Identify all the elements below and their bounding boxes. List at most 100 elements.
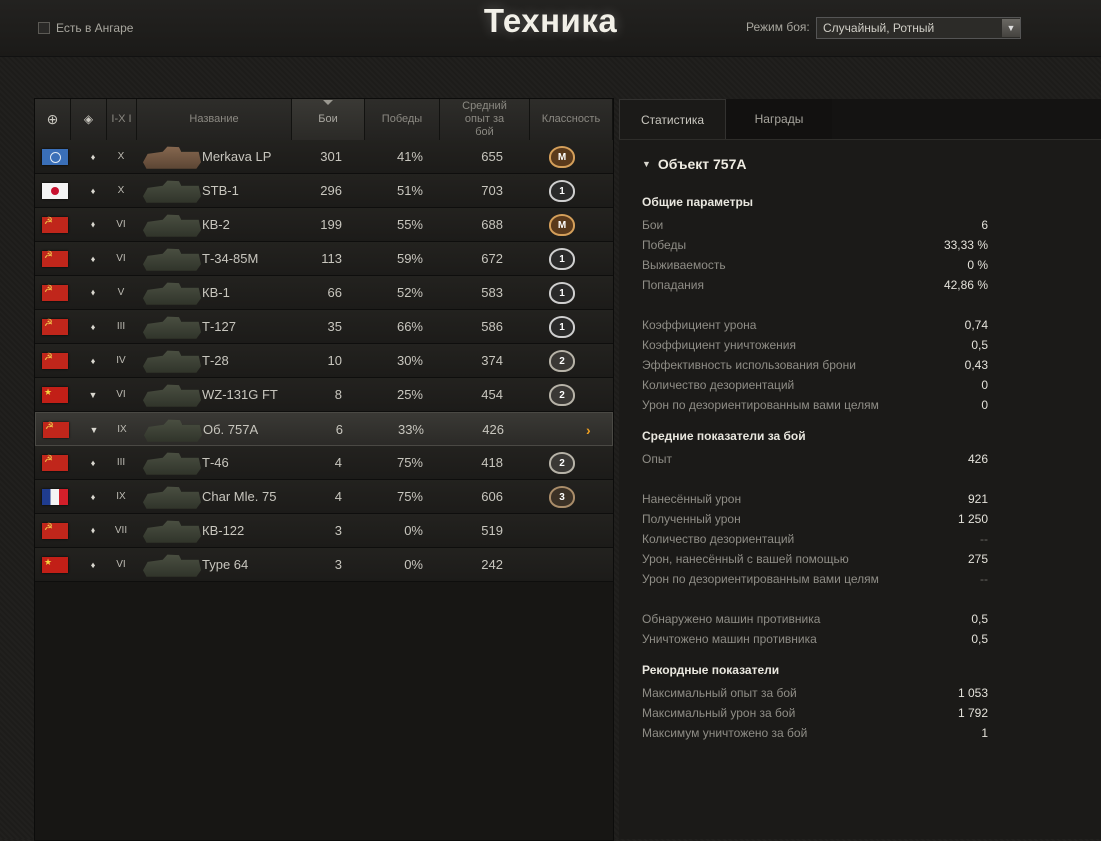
flag-japan-icon — [42, 183, 68, 199]
stat-row: Количество дезориентаций 0 — [642, 375, 988, 395]
stats-group-title: Средние показатели за бой — [642, 429, 806, 443]
table-row[interactable]: ▼IXОб. 757А633%426› — [35, 412, 613, 446]
mastery-badge-icon: 1 — [549, 180, 575, 202]
vehicle-win-rate: 30% — [396, 353, 423, 368]
stat-value: 0,74 — [964, 318, 988, 332]
vehicle-battles: 3 — [334, 523, 342, 538]
tank-image — [143, 316, 201, 339]
tab-statistics-label: Статистика — [640, 112, 705, 127]
stat-label: Максимальный опыт за бой — [642, 686, 797, 700]
sort-battles-header[interactable]: Бои — [292, 99, 365, 140]
stat-row: Коэффициент уничтожения 0,5 — [642, 335, 988, 355]
avg-xp-header-label: Средний опыт за бой — [462, 100, 507, 138]
stats-tabs: Статистика Награды — [619, 99, 1101, 140]
vehicle-section-title[interactable]: ▼ Объект 757А — [642, 156, 747, 172]
stat-row: Уничтожено машин противника 0,5 — [642, 629, 988, 649]
stat-value: -- — [980, 572, 988, 586]
stat-label: Выживаемость — [642, 258, 726, 272]
flag-ussr-icon — [42, 284, 68, 301]
top-bar: Есть в Ангаре Техника Режим боя: Случайн… — [0, 0, 1101, 57]
vehicle-tier: IV — [116, 355, 126, 366]
stat-value: 1 053 — [957, 686, 988, 700]
stat-value: 1 — [981, 726, 988, 740]
sort-wins-header[interactable]: Победы — [365, 99, 440, 140]
table-row[interactable]: ♦VIType 6430%242 — [35, 548, 613, 582]
stat-label: Количество дезориентаций — [642, 378, 795, 392]
stat-label: Коэффициент урона — [642, 318, 757, 332]
vehicle-avg-xp: 418 — [481, 455, 503, 470]
tank-image — [143, 384, 201, 407]
table-row[interactable]: ♦VIТ-34-85М11359%6721 — [35, 242, 613, 276]
stat-label: Бои — [642, 218, 664, 232]
table-row[interactable]: ⬧VIIКВ-12230%519 — [35, 514, 613, 548]
vehicle-avg-xp: 586 — [481, 319, 503, 334]
vehicle-battles: 4 — [334, 455, 342, 470]
stat-value: 0,43 — [964, 358, 988, 372]
stat-row: Урон, нанесённый с вашей помощью 275 — [642, 549, 988, 569]
tank-image — [143, 350, 201, 373]
stat-value: 0,5 — [971, 338, 988, 352]
mastery-badge-icon: 2 — [549, 452, 575, 474]
table-row[interactable]: ⬧VIКВ-219955%688M — [35, 208, 613, 242]
vehicle-battles: 113 — [321, 251, 342, 266]
stat-row: Нанесённый урон 921 — [642, 489, 988, 509]
stat-value: 0 % — [967, 258, 988, 272]
vehicle-win-rate: 75% — [396, 489, 423, 504]
stat-label: Урон, нанесённый с вашей помощью — [642, 552, 849, 566]
stat-row: Максимальный опыт за бой 1 053 — [642, 683, 988, 703]
table-row[interactable]: ⬧VКВ-16652%5831 — [35, 276, 613, 310]
tank-image — [144, 419, 202, 442]
tab-statistics[interactable]: Статистика — [619, 99, 726, 139]
vehicle-avg-xp: 519 — [481, 523, 503, 538]
stat-value: 921 — [967, 492, 988, 506]
mastery-header-label: Классность — [541, 113, 601, 125]
tank-image — [143, 486, 201, 509]
stat-row: Количество дезориентаций -- — [642, 529, 988, 549]
stat-row: Опыт 426 — [642, 449, 988, 469]
vehicle-tier: V — [117, 287, 125, 298]
vehicle-tier: III — [116, 457, 126, 468]
stat-value: 0,5 — [971, 612, 988, 626]
sort-name-header[interactable]: Название — [137, 99, 292, 140]
vehicle-battles: 66 — [327, 285, 342, 300]
stat-label: Максимум уничтожено за бой — [642, 726, 808, 740]
mastery-badge-icon: 1 — [549, 248, 575, 270]
vehicle-win-rate: 0% — [404, 523, 423, 538]
vehicle-battles: 10 — [327, 353, 342, 368]
flag-ussr-icon — [42, 216, 68, 233]
tier-header-label: I-X I — [111, 113, 132, 125]
stat-label: Количество дезориентаций — [642, 532, 795, 546]
table-row[interactable]: ▼VIWZ-131G FT825%4542 — [35, 378, 613, 412]
table-row[interactable]: ♦IIIТ-46475%4182 — [35, 446, 613, 480]
vehicle-type-light-icon: ♦ — [90, 321, 96, 332]
chevron-down-icon[interactable]: ▼ — [1002, 19, 1020, 37]
sort-type-header[interactable]: ◈ — [71, 99, 107, 140]
table-row[interactable]: ♦ X Merkava LP 301 41% 655 M — [35, 140, 613, 174]
stat-label: Обнаружено машин противника — [642, 612, 821, 626]
stat-value: -- — [980, 532, 988, 546]
stat-row: Урон по дезориентированным вами целям -- — [642, 569, 988, 589]
sort-avg-xp-header[interactable]: Средний опыт за бой — [440, 99, 530, 140]
table-row[interactable]: ♦IVТ-281030%3742 — [35, 344, 613, 378]
sort-nation-header[interactable]: ⊕ — [35, 99, 71, 140]
mastery-badge-icon: 1 — [549, 316, 575, 338]
vehicle-win-rate: 66% — [396, 319, 423, 334]
vehicle-win-rate: 55% — [396, 217, 423, 232]
stat-row: Выживаемость 0 % — [642, 255, 988, 275]
sort-tier-header[interactable]: I-X I — [107, 99, 137, 140]
stat-value: 1 250 — [957, 512, 988, 526]
table-row[interactable]: ♦IIIТ-1273566%5861 — [35, 310, 613, 344]
vehicle-type-light-icon: ♦ — [90, 457, 96, 468]
table-row[interactable]: ♦ IX Char Mle. 75 4 75% 606 3 — [35, 480, 613, 514]
stat-label: Полученный урон — [642, 512, 741, 526]
sort-mastery-header[interactable]: Классность — [530, 99, 613, 140]
stat-row: Попадания 42,86 % — [642, 275, 988, 295]
flag-ussr-icon — [42, 318, 68, 335]
vehicle-type-light-icon: ♦ — [90, 151, 96, 162]
vehicle-win-rate: 51% — [396, 183, 423, 198]
table-row[interactable]: ♦ X STB-1 296 51% 703 1 — [35, 174, 613, 208]
tab-awards[interactable]: Награды — [726, 99, 832, 139]
vehicle-table: ⊕ ◈ I-X I Название Бои Победы Средний оп… — [34, 98, 614, 841]
battle-mode-select[interactable]: Случайный, Ротный ▼ — [816, 17, 1021, 39]
sort-desc-icon — [323, 100, 333, 105]
